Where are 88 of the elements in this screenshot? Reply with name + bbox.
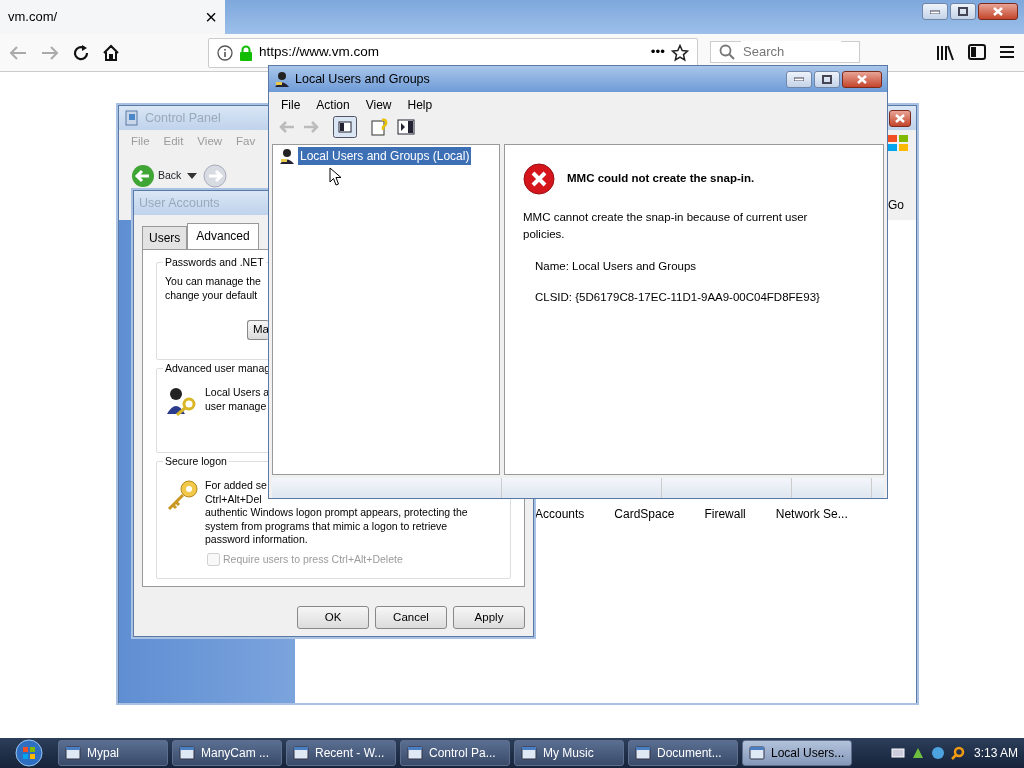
window-icon	[521, 745, 537, 761]
show-action-pane-icon[interactable]	[397, 119, 415, 135]
back-button[interactable]: Back	[131, 164, 182, 188]
dialog-button[interactable]: Apply	[453, 606, 525, 630]
url-text: https://www.vm.com	[259, 43, 381, 62]
search-icon	[719, 43, 735, 60]
taskbar-button[interactable]: Document...	[628, 740, 738, 766]
address-bar[interactable]: https://www.vm.com •••	[208, 37, 698, 68]
tree-item[interactable]: Local Users and Groups (Local)	[298, 147, 472, 165]
close-button[interactable]	[978, 3, 1018, 20]
minimize-icon	[794, 77, 804, 81]
taskbar-button[interactable]: Local Users...	[742, 740, 852, 766]
menu-item[interactable]: Help	[407, 96, 433, 110]
control-panel-item[interactable]: Accounts	[535, 505, 585, 703]
browser-tab[interactable]: vm.com/ ×	[0, 0, 225, 34]
window-title: Local Users and Groups	[295, 70, 430, 88]
description-text: password information.	[205, 533, 309, 547]
go-button[interactable]: Go	[888, 196, 904, 220]
lock-icon	[239, 44, 253, 61]
window-icon	[635, 745, 651, 761]
users-icon	[279, 148, 295, 164]
key-icon	[165, 479, 199, 513]
description-text: change your default	[165, 288, 259, 302]
error-icon	[523, 163, 555, 195]
error-message: MMC cannot create the snap-in because of current user policies.	[523, 210, 809, 243]
window-icon	[749, 745, 765, 761]
minimize-icon	[930, 9, 940, 14]
tab[interactable]: Users	[142, 226, 188, 249]
checkbox-label: Require users to press Ctrl+Alt+Delete	[223, 552, 403, 566]
help-icon[interactable]	[371, 118, 389, 136]
group-title: Secure logon	[163, 455, 229, 469]
control-panel-item[interactable]: Network Se...	[775, 505, 848, 703]
description-text: Ctrl+Alt+Del	[205, 492, 263, 506]
menu-item[interactable]: File	[281, 96, 301, 110]
search-bar[interactable]: Search	[710, 40, 860, 63]
control-panel-item[interactable]: Firewall	[704, 505, 746, 703]
app-icon	[124, 110, 140, 126]
tab[interactable]: Advanced	[187, 223, 259, 249]
menu-icon[interactable]	[998, 43, 1016, 60]
menu-item[interactable]: View	[365, 96, 392, 110]
description-text: system from programs that mimic a logon to retrieve	[205, 519, 449, 533]
window-icon	[65, 745, 81, 761]
tab-close-button[interactable]: ×	[205, 7, 217, 27]
clock: 3:13 AM	[973, 745, 1018, 762]
star-icon[interactable]	[671, 43, 689, 62]
page-actions-button[interactable]: •••	[650, 42, 665, 63]
dialog-button[interactable]: OK	[297, 606, 369, 630]
taskbar-button[interactable]: Mypal	[58, 740, 168, 766]
tab-title: vm.com/	[8, 8, 58, 27]
window-icon	[407, 745, 423, 761]
info-icon[interactable]	[217, 44, 233, 61]
network-icon[interactable]	[910, 746, 925, 760]
close-button[interactable]	[842, 70, 882, 88]
windows-logo-icon	[886, 133, 910, 153]
taskbar-button[interactable]: Recent - W...	[286, 740, 396, 766]
snap-in-name: Name: Local Users and Groups	[535, 258, 698, 274]
manage-button[interactable]: Ma	[247, 320, 269, 340]
maximize-icon	[958, 7, 968, 16]
library-icon[interactable]	[936, 43, 956, 62]
description-text: You can manage the	[165, 275, 262, 289]
control-panel-item[interactable]: CardSpace	[614, 505, 675, 703]
close-button[interactable]	[889, 109, 911, 127]
cursor-icon	[329, 167, 342, 186]
maximize-button[interactable]	[950, 3, 976, 20]
caret-icon[interactable]	[187, 173, 198, 179]
home-icon[interactable]	[102, 43, 120, 62]
taskbar-button[interactable]: Control Pa...	[400, 740, 510, 766]
reload-icon[interactable]	[72, 43, 90, 62]
taskbar-button[interactable]: ManyCam ...	[172, 740, 282, 766]
taskbar-button[interactable]: My Music	[514, 740, 624, 766]
search-icon[interactable]	[950, 746, 965, 760]
window-icon	[293, 745, 309, 761]
app-icon	[274, 71, 290, 87]
error-title: MMC could not create the snap-in.	[567, 171, 755, 187]
maximize-icon	[822, 74, 832, 84]
description-text: user manage	[205, 399, 268, 413]
dialog-button[interactable]: Cancel	[375, 606, 447, 630]
close-icon	[857, 74, 867, 84]
close-icon	[993, 7, 1003, 16]
show-tree-icon[interactable]	[333, 116, 357, 138]
sidebar-icon[interactable]	[968, 43, 986, 60]
description-text: authentic Windows logon prompt appears, protecting the	[205, 506, 468, 520]
maximize-button[interactable]	[814, 70, 840, 88]
menu-item[interactable]: Action	[316, 96, 350, 110]
snap-in-clsid: CLSID: {5D6179C8-17EC-11D1-9AA9-00C04FD8FE93}	[535, 289, 821, 305]
description-text: For added se	[205, 479, 268, 493]
close-icon	[895, 113, 905, 123]
window-icon	[179, 745, 195, 761]
